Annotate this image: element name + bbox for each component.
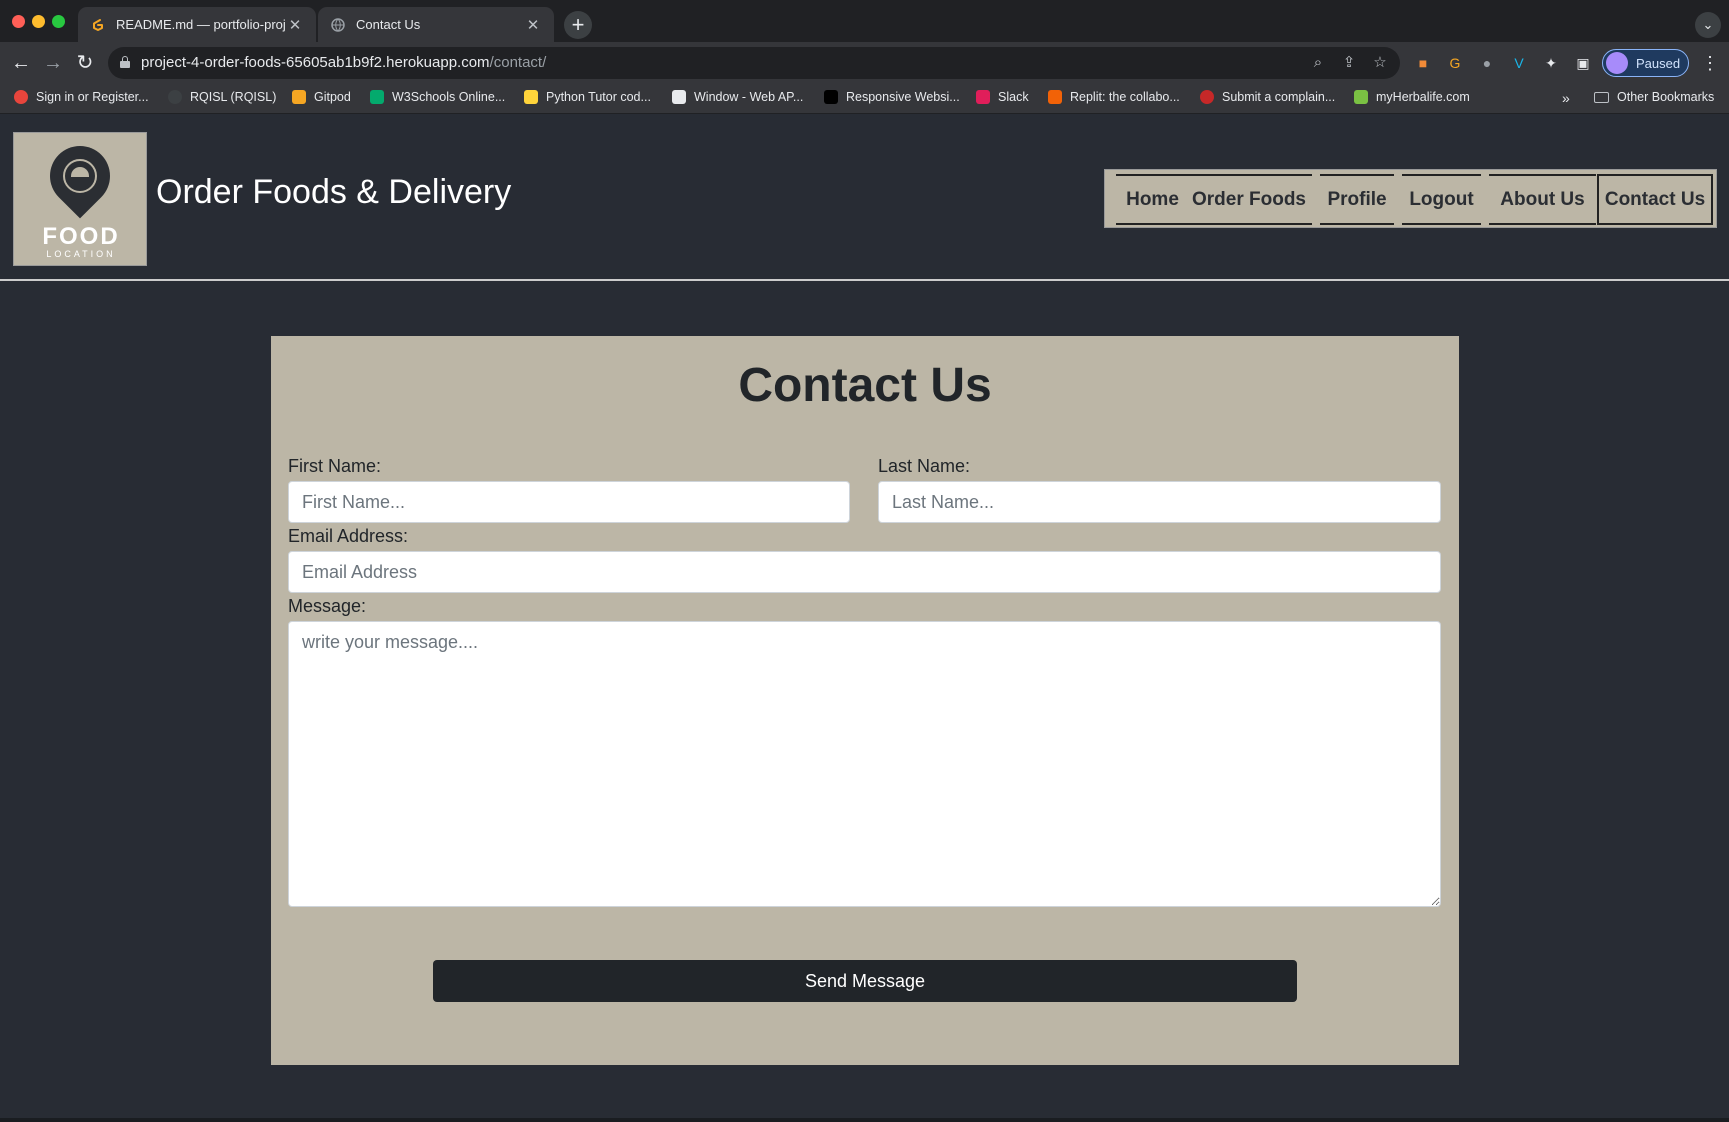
bookmark-label: Replit: the collabo... bbox=[1070, 90, 1180, 104]
logo-text: FOOD bbox=[42, 223, 120, 250]
avatar bbox=[1606, 52, 1628, 74]
reload-icon[interactable]: ↻ bbox=[72, 50, 98, 76]
site-logo[interactable]: FOOD LOCATION bbox=[13, 132, 147, 266]
browser-tab-readme[interactable]: README.md — portfolio-project-4 ✕ bbox=[78, 7, 316, 42]
message-textarea[interactable] bbox=[288, 621, 1441, 907]
send-message-button[interactable]: Send Message bbox=[433, 960, 1297, 1002]
vimeo-extension-icon[interactable]: V bbox=[1510, 54, 1528, 72]
zoom-window-button[interactable] bbox=[52, 15, 65, 28]
bookmark-label: Sign in or Register... bbox=[36, 90, 149, 104]
bookmark-favicon-icon bbox=[672, 90, 686, 104]
grammarly-extension-icon[interactable]: ● bbox=[1478, 54, 1496, 72]
bookmark-item[interactable]: Replit: the collabo... bbox=[1048, 90, 1180, 104]
bookmarks-bar: Sign in or Register... RQISL (RQISL) Git… bbox=[0, 84, 1729, 114]
bookmark-label: myHerbalife.com bbox=[1376, 90, 1470, 104]
message-label: Message: bbox=[288, 596, 367, 616]
bookmark-label: Submit a complain... bbox=[1222, 90, 1336, 104]
bookmark-label: Slack bbox=[998, 90, 1029, 104]
trash-extension-icon[interactable]: ■ bbox=[1414, 54, 1432, 72]
nav-contact-us[interactable]: Contact Us bbox=[1597, 174, 1713, 225]
last-name-input[interactable] bbox=[878, 481, 1441, 523]
bookmark-favicon-icon bbox=[524, 90, 538, 104]
bookmark-label: Window - Web AP... bbox=[694, 90, 804, 104]
browser-toolbar: ← → ↻ project-4-order-foods-65605ab1b9f2… bbox=[0, 42, 1729, 84]
last-name-label: Last Name: bbox=[878, 456, 971, 476]
bookmark-favicon-icon bbox=[1200, 90, 1214, 104]
bookmark-item[interactable]: RQISL (RQISL) bbox=[168, 90, 276, 104]
bookmark-item[interactable]: Python Tutor cod... bbox=[524, 90, 651, 104]
close-window-button[interactable] bbox=[12, 15, 25, 28]
nav-order-foods[interactable]: Order Foods bbox=[1186, 174, 1312, 225]
nav-logout[interactable]: Logout bbox=[1402, 174, 1481, 225]
bookmark-star-icon[interactable]: ☆ bbox=[1370, 53, 1390, 73]
tab-close-icon[interactable]: ✕ bbox=[524, 16, 542, 34]
address-bar[interactable]: project-4-order-foods-65605ab1b9f2.herok… bbox=[108, 47, 1400, 79]
email-label: Email Address: bbox=[288, 526, 409, 546]
bookmark-favicon-icon bbox=[168, 90, 182, 104]
tab-title: README.md — portfolio-project-4 bbox=[116, 17, 286, 32]
logo-subtext: LOCATION bbox=[46, 249, 116, 259]
page-bottom-divider bbox=[0, 1118, 1729, 1122]
globe-icon bbox=[330, 17, 346, 33]
nav-profile[interactable]: Profile bbox=[1320, 174, 1394, 225]
gitpod-extension-icon[interactable]: G bbox=[1446, 54, 1464, 72]
side-panel-icon[interactable]: ▣ bbox=[1574, 54, 1592, 72]
new-tab-button[interactable]: + bbox=[564, 11, 592, 39]
bookmark-label: Gitpod bbox=[314, 90, 351, 104]
gitpod-icon bbox=[90, 17, 106, 33]
browser-tab-strip: README.md — portfolio-project-4 ✕ Contac… bbox=[0, 0, 1729, 42]
back-arrow-icon[interactable]: ← bbox=[8, 50, 34, 76]
page-title: Contact Us bbox=[738, 359, 992, 412]
contact-form: Contact Us First Name: Last Name: Email … bbox=[271, 336, 1459, 1065]
folder-icon bbox=[1594, 91, 1609, 103]
tab-title: Contact Us bbox=[356, 17, 421, 32]
profile-status-label: Paused bbox=[1636, 55, 1681, 71]
bookmark-label: RQISL (RQISL) bbox=[190, 90, 277, 104]
tab-search-icon[interactable]: ⌄ bbox=[1695, 12, 1721, 38]
other-bookmarks-folder[interactable]: Other Bookmarks bbox=[1594, 90, 1714, 104]
email-input[interactable] bbox=[288, 551, 1441, 593]
browser-menu-icon[interactable]: ⋮ bbox=[1700, 52, 1720, 74]
first-name-label: First Name: bbox=[288, 456, 382, 476]
bookmark-favicon-icon bbox=[976, 90, 990, 104]
extensions-puzzle-icon[interactable]: ✦ bbox=[1542, 54, 1560, 72]
bookmark-favicon-icon bbox=[1354, 90, 1368, 104]
bookmark-item[interactable]: Sign in or Register... bbox=[14, 90, 149, 104]
url-text: project-4-order-foods-65605ab1b9f2.herok… bbox=[141, 54, 546, 71]
bookmark-favicon-icon bbox=[292, 90, 306, 104]
minimize-window-button[interactable] bbox=[32, 15, 45, 28]
bookmark-item[interactable]: Submit a complain... bbox=[1200, 90, 1335, 104]
bookmark-label: Python Tutor cod... bbox=[546, 90, 651, 104]
web-page: FOOD LOCATION Order Foods & Delivery Hom… bbox=[0, 115, 1729, 1122]
zoom-icon[interactable]: ⌕ bbox=[1308, 53, 1328, 73]
bookmark-favicon-icon bbox=[824, 90, 838, 104]
tab-close-icon[interactable]: ✕ bbox=[286, 16, 304, 34]
forward-arrow-icon[interactable]: → bbox=[40, 50, 66, 76]
bookmark-item[interactable]: W3Schools Online... bbox=[370, 90, 505, 104]
bookmark-label: W3Schools Online... bbox=[392, 90, 506, 104]
url-path: /contact/ bbox=[489, 54, 547, 71]
browser-tab-contact[interactable]: Contact Us ✕ bbox=[318, 7, 554, 42]
bookmark-favicon-icon bbox=[14, 90, 28, 104]
bookmark-item[interactable]: Window - Web AP... bbox=[672, 90, 803, 104]
bookmark-favicon-icon bbox=[370, 90, 384, 104]
other-bookmarks-label: Other Bookmarks bbox=[1617, 90, 1715, 104]
bookmark-item[interactable]: myHerbalife.com bbox=[1354, 90, 1470, 104]
site-header: FOOD LOCATION Order Foods & Delivery Hom… bbox=[0, 115, 1729, 281]
nav-home[interactable]: Home bbox=[1116, 174, 1189, 225]
url-host: project-4-order-foods-65605ab1b9f2.herok… bbox=[141, 54, 490, 71]
bookmark-favicon-icon bbox=[1048, 90, 1062, 104]
lock-icon bbox=[120, 56, 130, 68]
bookmark-label: Responsive Websi... bbox=[846, 90, 960, 104]
bookmark-item[interactable]: Gitpod bbox=[292, 90, 351, 104]
profile-button[interactable]: Paused bbox=[1602, 49, 1689, 77]
bookmarks-overflow-icon[interactable]: » bbox=[1562, 90, 1570, 106]
bookmark-item[interactable]: Responsive Websi... bbox=[824, 90, 960, 104]
nav-about-us[interactable]: About Us bbox=[1489, 174, 1596, 225]
site-title: Order Foods & Delivery bbox=[156, 173, 512, 211]
first-name-input[interactable] bbox=[288, 481, 850, 523]
main-navigation: Home Order Foods Profile Logout About Us… bbox=[1104, 169, 1717, 228]
bookmark-item[interactable]: Slack bbox=[976, 90, 1029, 104]
share-icon[interactable]: ⇪ bbox=[1339, 53, 1359, 73]
